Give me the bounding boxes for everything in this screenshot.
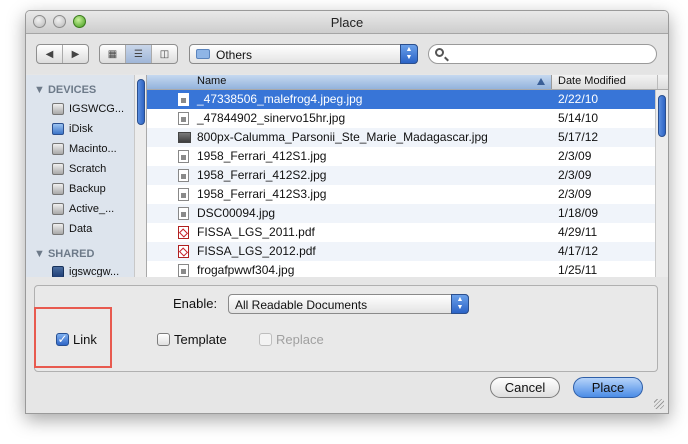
hard-drive-icon (52, 183, 64, 195)
column-view-icon[interactable]: ◫ (152, 45, 177, 63)
enable-popup[interactable]: All Readable Documents ▲ ▼ (228, 294, 469, 314)
sidebar-item-device[interactable]: Scratch (52, 162, 132, 178)
sidebar-item-label: iDisk (69, 123, 93, 135)
forward-arrow-icon[interactable]: ▶ (63, 45, 88, 63)
cancel-button[interactable]: Cancel (490, 377, 560, 398)
options-panel: Enable: All Readable Documents ▲ ▼ ✓ Link… (34, 285, 658, 372)
file-list: Name Date Modified _47338506_malefrog4.j… (147, 75, 668, 277)
image-file-icon (178, 169, 189, 182)
sidebar-item-label: igswcgw... (69, 266, 120, 277)
date-column-header[interactable]: Date Modified (552, 75, 658, 89)
table-row[interactable]: 800px-Calumma_Parsonii_Ste_Marie_Madagas… (147, 128, 655, 147)
popup-arrows-icon: ▲ ▼ (400, 44, 418, 64)
sidebar-item-label: Active_... (69, 203, 115, 215)
hard-drive-icon (52, 143, 64, 155)
sidebar-item-device[interactable]: Backup (52, 182, 132, 198)
back-arrow-icon[interactable]: ◀ (37, 45, 63, 63)
icon-view-icon[interactable]: ▦ (100, 45, 126, 63)
table-row[interactable]: FISSA_LGS_2011.pdf 4/29/11 (147, 223, 655, 242)
sidebar-item-label: Scratch (69, 163, 107, 175)
name-column-header[interactable]: Name (147, 75, 552, 89)
sidebar-item-label: Data (69, 223, 93, 235)
sidebar-item-label: Backup (69, 183, 106, 195)
image-file-icon (178, 207, 189, 220)
network-computer-icon (52, 266, 64, 277)
replace-label: Replace (276, 332, 324, 347)
folder-icon (196, 49, 210, 59)
table-row[interactable]: 1958_Ferrari_412S2.jpg 2/3/09 (147, 166, 655, 185)
sidebar-item-device[interactable]: Macinto... (52, 142, 132, 158)
photo-thumbnail-icon (178, 132, 191, 143)
place-dialog: Place ◀ ▶ ▦ ☰ ◫ Others ▲ ▼ ▼ DEVICES IGSW… (25, 10, 669, 414)
hard-drive-icon (52, 103, 64, 115)
table-row[interactable]: 1958_Ferrari_412S1.jpg 2/3/09 (147, 147, 655, 166)
list-header: Name Date Modified (147, 75, 668, 90)
list-view-icon[interactable]: ☰ (126, 45, 152, 63)
view-mode-control: ▦ ☰ ◫ (99, 44, 178, 64)
sidebar-item-device[interactable]: IGSWCG... (52, 102, 132, 118)
file-list-scroll-thumb[interactable] (658, 95, 666, 137)
image-file-icon (178, 112, 189, 125)
image-file-icon (178, 264, 189, 277)
image-file-icon (178, 93, 189, 106)
table-row[interactable]: 1958_Ferrari_412S3.jpg 2/3/09 (147, 185, 655, 204)
sidebar-item-shared[interactable]: igswcgw... (52, 265, 132, 277)
shared-header: ▼ SHARED (34, 248, 95, 260)
sidebar-scroll-thumb[interactable] (137, 79, 145, 125)
table-row[interactable]: _47844902_sinervo15hr.jpg 5/14/10 (147, 109, 655, 128)
hard-drive-icon (52, 203, 64, 215)
link-highlight-box (34, 307, 112, 368)
file-list-scrollbar[interactable] (655, 90, 668, 277)
table-row[interactable]: frogafpwwf304.jpg 1/25/11 (147, 261, 655, 277)
pdf-file-icon (178, 226, 189, 239)
checkbox-box (157, 333, 170, 346)
sidebar: ▼ DEVICES IGSWCG... iDisk Macinto... Scr… (26, 75, 147, 277)
sidebar-item-label: IGSWCG... (69, 103, 124, 115)
disclosure-triangle-icon[interactable]: ▼ (34, 84, 45, 96)
back-forward-control: ◀ ▶ (36, 44, 89, 64)
table-row[interactable]: DSC00094.jpg 1/18/09 (147, 204, 655, 223)
idisk-icon (52, 123, 64, 135)
place-button[interactable]: Place (573, 377, 643, 398)
title-bar: Place (26, 11, 668, 34)
disclosure-triangle-icon[interactable]: ▼ (34, 248, 45, 260)
popup-arrows-icon: ▲ ▼ (451, 294, 469, 314)
table-row[interactable]: _47338506_malefrog4.jpeg.jpg 2/22/10 (147, 90, 655, 109)
location-label: Others (216, 48, 253, 62)
checkbox-box (259, 333, 272, 346)
enable-label: Enable: (173, 296, 218, 311)
search-icon (435, 48, 444, 57)
resize-grip-icon[interactable] (654, 399, 664, 409)
enable-value: All Readable Documents (235, 298, 368, 312)
template-label: Template (174, 332, 227, 347)
devices-header: ▼ DEVICES (34, 84, 97, 96)
location-popup[interactable]: Others ▲ ▼ (189, 44, 418, 64)
sidebar-item-label: Macinto... (69, 143, 117, 155)
window-title: Place (330, 15, 364, 30)
toolbar: ◀ ▶ ▦ ☰ ◫ Others ▲ ▼ (26, 34, 668, 74)
sidebar-item-device[interactable]: Data (52, 222, 132, 238)
image-file-icon (178, 188, 189, 201)
table-row[interactable]: FISSA_LGS_2012.pdf 4/17/12 (147, 242, 655, 261)
image-file-icon (178, 150, 189, 163)
sort-ascending-icon (537, 78, 545, 85)
sidebar-item-idisk[interactable]: iDisk (52, 122, 132, 138)
hard-drive-icon (52, 223, 64, 235)
search-field[interactable] (428, 44, 657, 64)
sidebar-item-device[interactable]: Active_... (52, 202, 132, 218)
pdf-file-icon (178, 245, 189, 258)
hard-drive-icon (52, 163, 64, 175)
sidebar-scrollbar[interactable] (134, 75, 146, 277)
